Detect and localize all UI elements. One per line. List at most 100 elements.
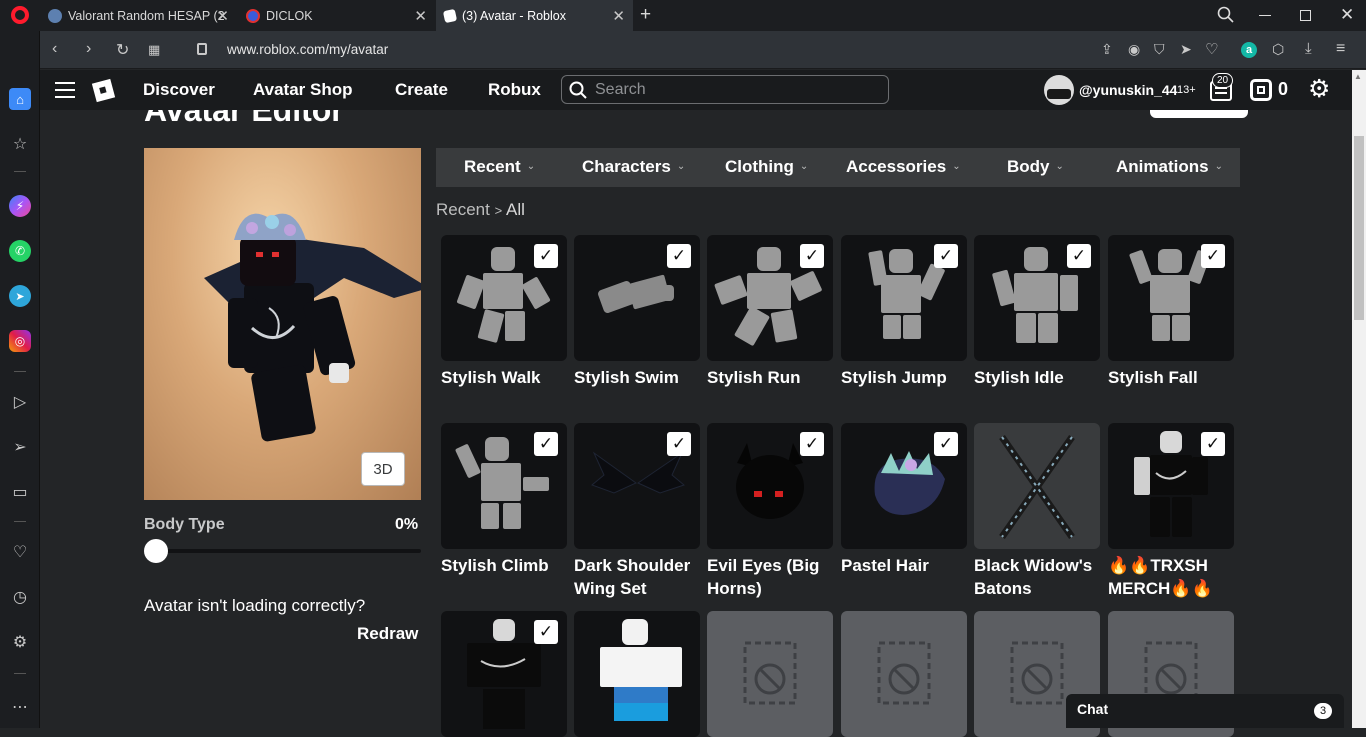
menu-icon[interactable]: ≡ bbox=[1336, 40, 1345, 58]
item-card[interactable]: ✓ bbox=[1108, 235, 1234, 361]
nav-robux[interactable]: Robux bbox=[488, 80, 541, 100]
scroll-up-icon[interactable]: ▲ bbox=[1354, 72, 1362, 81]
item-card[interactable]: ✓ bbox=[574, 423, 700, 549]
item-name[interactable]: Stylish Swim bbox=[574, 366, 702, 389]
close-tab-icon[interactable]: ✕ bbox=[414, 7, 427, 25]
item-name[interactable]: Stylish Idle bbox=[974, 366, 1102, 389]
checked-icon[interactable]: ✓ bbox=[534, 244, 558, 268]
toggle-3d-button[interactable]: 3D bbox=[361, 452, 405, 486]
breadcrumb-parent[interactable]: Recent bbox=[436, 200, 490, 219]
url-field[interactable]: www.roblox.com/my/avatar bbox=[227, 42, 388, 57]
camera-icon[interactable]: ◉ bbox=[1128, 41, 1140, 58]
item-card[interactable]: ✓ bbox=[707, 235, 833, 361]
item-name[interactable]: Stylish Jump bbox=[841, 366, 969, 389]
flow-icon[interactable]: ➢ bbox=[9, 436, 31, 458]
telegram-icon[interactable]: ➤ bbox=[9, 285, 31, 307]
username[interactable]: @yunuskin_44 bbox=[1079, 82, 1177, 98]
browser-tab-diclok[interactable]: DICLOK ✕ bbox=[238, 0, 435, 31]
settings-gear-icon[interactable]: ⚙ bbox=[1308, 75, 1330, 103]
item-name[interactable]: Stylish Run bbox=[707, 366, 835, 389]
robux-balance[interactable]: 0 bbox=[1278, 79, 1288, 100]
instagram-icon[interactable]: ◎ bbox=[9, 330, 31, 352]
item-name[interactable]: Stylish Fall bbox=[1108, 366, 1236, 389]
nav-create[interactable]: Create bbox=[395, 80, 448, 100]
settings-icon[interactable]: ⚙ bbox=[9, 631, 31, 653]
checked-icon[interactable]: ✓ bbox=[800, 244, 824, 268]
item-card[interactable]: ✓ bbox=[441, 423, 567, 549]
checked-icon[interactable]: ✓ bbox=[934, 244, 958, 268]
checked-icon[interactable]: ✓ bbox=[934, 432, 958, 456]
item-card-unavailable[interactable] bbox=[707, 611, 833, 737]
checked-icon[interactable]: ✓ bbox=[667, 244, 691, 268]
item-card[interactable] bbox=[974, 423, 1100, 549]
tab-animations[interactable]: Animations ⌄ bbox=[1116, 157, 1223, 177]
close-tab-icon[interactable]: ✕ bbox=[612, 7, 625, 25]
forward-icon[interactable]: › bbox=[86, 40, 91, 58]
reload-icon[interactable]: ↻ bbox=[116, 40, 129, 60]
avatar-preview[interactable] bbox=[144, 148, 421, 500]
item-name[interactable]: Pastel Hair bbox=[841, 554, 969, 577]
search-tabs-icon[interactable] bbox=[1217, 6, 1234, 28]
minimize-icon[interactable] bbox=[1259, 15, 1271, 16]
share-icon[interactable]: ⇪ bbox=[1101, 41, 1113, 58]
body-type-slider-track[interactable] bbox=[156, 549, 421, 553]
cube-icon[interactable]: ⬡ bbox=[1272, 41, 1284, 58]
robux-icon[interactable] bbox=[1250, 79, 1272, 101]
roblox-logo-icon[interactable] bbox=[91, 78, 116, 103]
item-card[interactable]: ✓ bbox=[974, 235, 1100, 361]
wallet-icon[interactable]: ▭ bbox=[9, 481, 31, 503]
browser-tab-roblox[interactable]: (3) Avatar - Roblox ✕ bbox=[436, 0, 633, 31]
checked-icon[interactable]: ✓ bbox=[667, 432, 691, 456]
hamburger-menu-icon[interactable] bbox=[55, 82, 75, 98]
nav-discover[interactable]: Discover bbox=[143, 80, 215, 100]
checked-icon[interactable]: ✓ bbox=[1201, 244, 1225, 268]
tab-grid-icon[interactable]: ▦ bbox=[148, 42, 160, 58]
heart-icon[interactable]: ♡ bbox=[9, 541, 31, 563]
item-name[interactable]: Stylish Climb bbox=[441, 554, 569, 577]
checked-icon[interactable]: ✓ bbox=[534, 432, 558, 456]
tab-accessories[interactable]: Accessories ⌄ bbox=[846, 157, 961, 177]
item-card[interactable]: ✓ bbox=[841, 423, 967, 549]
checked-icon[interactable]: ✓ bbox=[1067, 244, 1091, 268]
item-name[interactable]: Evil Eyes (Big Horns) bbox=[707, 554, 835, 600]
messenger-icon[interactable]: ⚡ bbox=[9, 195, 31, 217]
item-card[interactable]: ✓ bbox=[441, 611, 567, 737]
checked-icon[interactable]: ✓ bbox=[1201, 432, 1225, 456]
send-icon[interactable]: ➤ bbox=[1180, 41, 1192, 58]
extension-a-icon[interactable]: a bbox=[1241, 42, 1257, 58]
item-card[interactable]: ✓ bbox=[841, 235, 967, 361]
chat-bar[interactable]: Chat 3 bbox=[1066, 694, 1344, 728]
tab-body[interactable]: Body ⌄ bbox=[1007, 157, 1064, 177]
player-icon[interactable]: ▷ bbox=[9, 391, 31, 413]
download-icon[interactable]: ⤓ bbox=[1305, 40, 1312, 57]
nav-avatar-shop[interactable]: Avatar Shop bbox=[253, 80, 353, 100]
more-icon[interactable]: ⋯ bbox=[9, 696, 31, 718]
close-window-icon[interactable]: ✕ bbox=[1340, 5, 1354, 25]
item-card[interactable]: ✓ bbox=[707, 423, 833, 549]
heart-icon[interactable]: ♡ bbox=[1205, 40, 1218, 58]
item-card[interactable]: ✓ bbox=[1108, 423, 1234, 549]
body-type-slider-knob[interactable] bbox=[144, 539, 168, 563]
item-card[interactable]: ✓ bbox=[441, 235, 567, 361]
tab-recent[interactable]: Recent ⌄ bbox=[464, 157, 535, 177]
item-name[interactable]: Black Widow's Batons bbox=[974, 554, 1102, 600]
search-input[interactable]: Search bbox=[561, 75, 889, 104]
whatsapp-icon[interactable]: ✆ bbox=[9, 240, 31, 262]
new-tab-icon[interactable]: + bbox=[640, 4, 651, 26]
tab-characters[interactable]: Characters ⌄ bbox=[582, 157, 685, 177]
restore-icon[interactable] bbox=[1300, 10, 1311, 21]
opera-logo-icon[interactable] bbox=[11, 6, 29, 24]
close-tab-icon[interactable]: ✕ bbox=[216, 7, 229, 25]
star-icon[interactable]: ☆ bbox=[9, 133, 31, 155]
tab-clothing[interactable]: Clothing ⌄ bbox=[725, 157, 808, 177]
item-card[interactable] bbox=[574, 611, 700, 737]
scrollbar-thumb[interactable] bbox=[1354, 136, 1364, 320]
browser-tab-valorant[interactable]: Valorant Random HESAP (2 ✕ bbox=[40, 0, 237, 31]
history-icon[interactable]: ◷ bbox=[9, 586, 31, 608]
item-name[interactable]: Stylish Walk bbox=[441, 366, 569, 389]
item-card[interactable]: ✓ bbox=[574, 235, 700, 361]
back-icon[interactable]: ‹ bbox=[52, 40, 57, 58]
item-card-unavailable[interactable] bbox=[841, 611, 967, 737]
shield-icon[interactable]: ⛉ bbox=[1154, 41, 1165, 58]
checked-icon[interactable]: ✓ bbox=[534, 620, 558, 644]
